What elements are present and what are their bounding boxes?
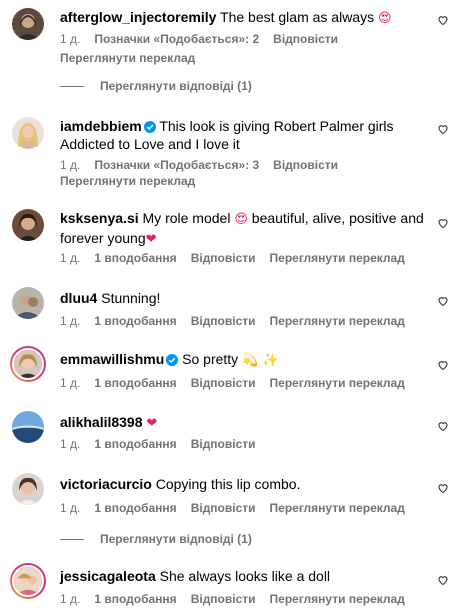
avatar[interactable] <box>12 473 44 505</box>
avatar-story-ring[interactable] <box>10 563 46 599</box>
comment-time[interactable]: 1 д. <box>60 313 80 329</box>
comment-time[interactable]: 1 д. <box>60 591 80 607</box>
comment-text: My role model <box>142 210 231 226</box>
translate-link[interactable]: Переглянути переклад <box>60 174 195 188</box>
avatar[interactable] <box>12 209 44 241</box>
red-heart-emoji: ❤ <box>145 232 157 247</box>
avatar-story-ring[interactable] <box>10 346 46 382</box>
translate-link[interactable]: Переглянути переклад <box>270 591 405 607</box>
view-replies-label: Переглянути відповіді (1) <box>100 532 252 546</box>
comment-time[interactable]: 1 д. <box>60 500 80 516</box>
comment-username[interactable]: alikhalil8398 <box>60 414 143 430</box>
like-heart-icon[interactable] <box>437 14 449 26</box>
translate-link[interactable]: Переглянути переклад <box>60 51 195 65</box>
red-heart-emoji: ❤ <box>146 416 158 431</box>
likes-count[interactable]: 1 вподобання <box>94 375 176 391</box>
comment-text: She always looks like a doll <box>159 568 331 584</box>
heart-eyes-emoji: 😍 <box>234 212 248 227</box>
verified-badge-icon <box>166 354 179 366</box>
comment-time[interactable]: 1 д. <box>60 375 80 391</box>
translate-link[interactable]: Переглянути переклад <box>270 500 405 516</box>
likes-count[interactable]: 1 вподобання <box>94 313 176 329</box>
likes-count[interactable]: Позначки «Подобається»: 2 <box>94 31 259 47</box>
reply-button[interactable]: Відповісти <box>191 375 256 391</box>
comment-username[interactable]: ksksenya.si <box>60 210 139 226</box>
sparkle-emoji: 💫 ✨ <box>242 353 279 368</box>
comment-time[interactable]: 1 д. <box>60 31 80 47</box>
translate-link[interactable]: Переглянути переклад <box>270 313 405 329</box>
likes-count[interactable]: Позначки «Подобається»: 3 <box>94 157 259 173</box>
comment-text: So pretty <box>182 351 239 367</box>
view-replies-button[interactable]: Переглянути відповіді (1) <box>60 532 252 546</box>
comment-username[interactable]: emmawillishmu <box>60 351 164 367</box>
comment-username[interactable]: iamdebbiem <box>60 118 142 134</box>
comment-username[interactable]: victoriacurcio <box>60 476 152 492</box>
reply-button[interactable]: Відповісти <box>273 31 338 47</box>
view-replies-button[interactable]: Переглянути відповіді (1) <box>60 79 252 93</box>
replies-divider <box>60 85 84 87</box>
likes-count[interactable]: 1 вподобання <box>94 591 176 607</box>
like-heart-icon[interactable] <box>437 295 449 307</box>
comment-text: Stunning! <box>101 290 161 306</box>
reply-button[interactable]: Відповісти <box>273 157 338 173</box>
view-replies-label: Переглянути відповіді (1) <box>100 79 252 93</box>
reply-button[interactable]: Відповісти <box>191 591 256 607</box>
like-heart-icon[interactable] <box>437 123 449 135</box>
comment-time[interactable]: 1 д. <box>60 250 80 266</box>
likes-count[interactable]: 1 вподобання <box>94 436 176 452</box>
avatar[interactable] <box>12 411 44 443</box>
comment-time[interactable]: 1 д. <box>60 157 80 173</box>
comment-username[interactable]: dluu4 <box>60 290 97 306</box>
like-heart-icon[interactable] <box>437 359 449 371</box>
reply-button[interactable]: Відповісти <box>191 436 256 452</box>
translate-link[interactable]: Переглянути переклад <box>270 375 405 391</box>
heart-eyes-emoji: 😍 <box>378 11 392 26</box>
comment-username[interactable]: afterglow_injectoremily <box>60 9 216 25</box>
comment-text: Copying this lip combo. <box>155 476 301 492</box>
avatar[interactable] <box>12 287 44 319</box>
reply-button[interactable]: Відповісти <box>191 500 256 516</box>
translate-link[interactable]: Переглянути переклад <box>270 250 405 266</box>
comment-time[interactable]: 1 д. <box>60 436 80 452</box>
verified-badge-icon <box>143 121 156 133</box>
like-heart-icon[interactable] <box>437 574 449 586</box>
avatar[interactable] <box>12 117 44 149</box>
like-heart-icon[interactable] <box>437 217 449 229</box>
like-heart-icon[interactable] <box>437 420 449 432</box>
reply-button[interactable]: Відповісти <box>191 313 256 329</box>
replies-divider <box>60 538 84 540</box>
avatar[interactable] <box>12 8 44 40</box>
comment-username[interactable]: jessicagaleota <box>60 568 156 584</box>
reply-button[interactable]: Відповісти <box>191 250 256 266</box>
like-heart-icon[interactable] <box>437 482 449 494</box>
likes-count[interactable]: 1 вподобання <box>94 500 176 516</box>
comment-text: The best glam as always <box>220 9 375 25</box>
likes-count[interactable]: 1 вподобання <box>94 250 176 266</box>
